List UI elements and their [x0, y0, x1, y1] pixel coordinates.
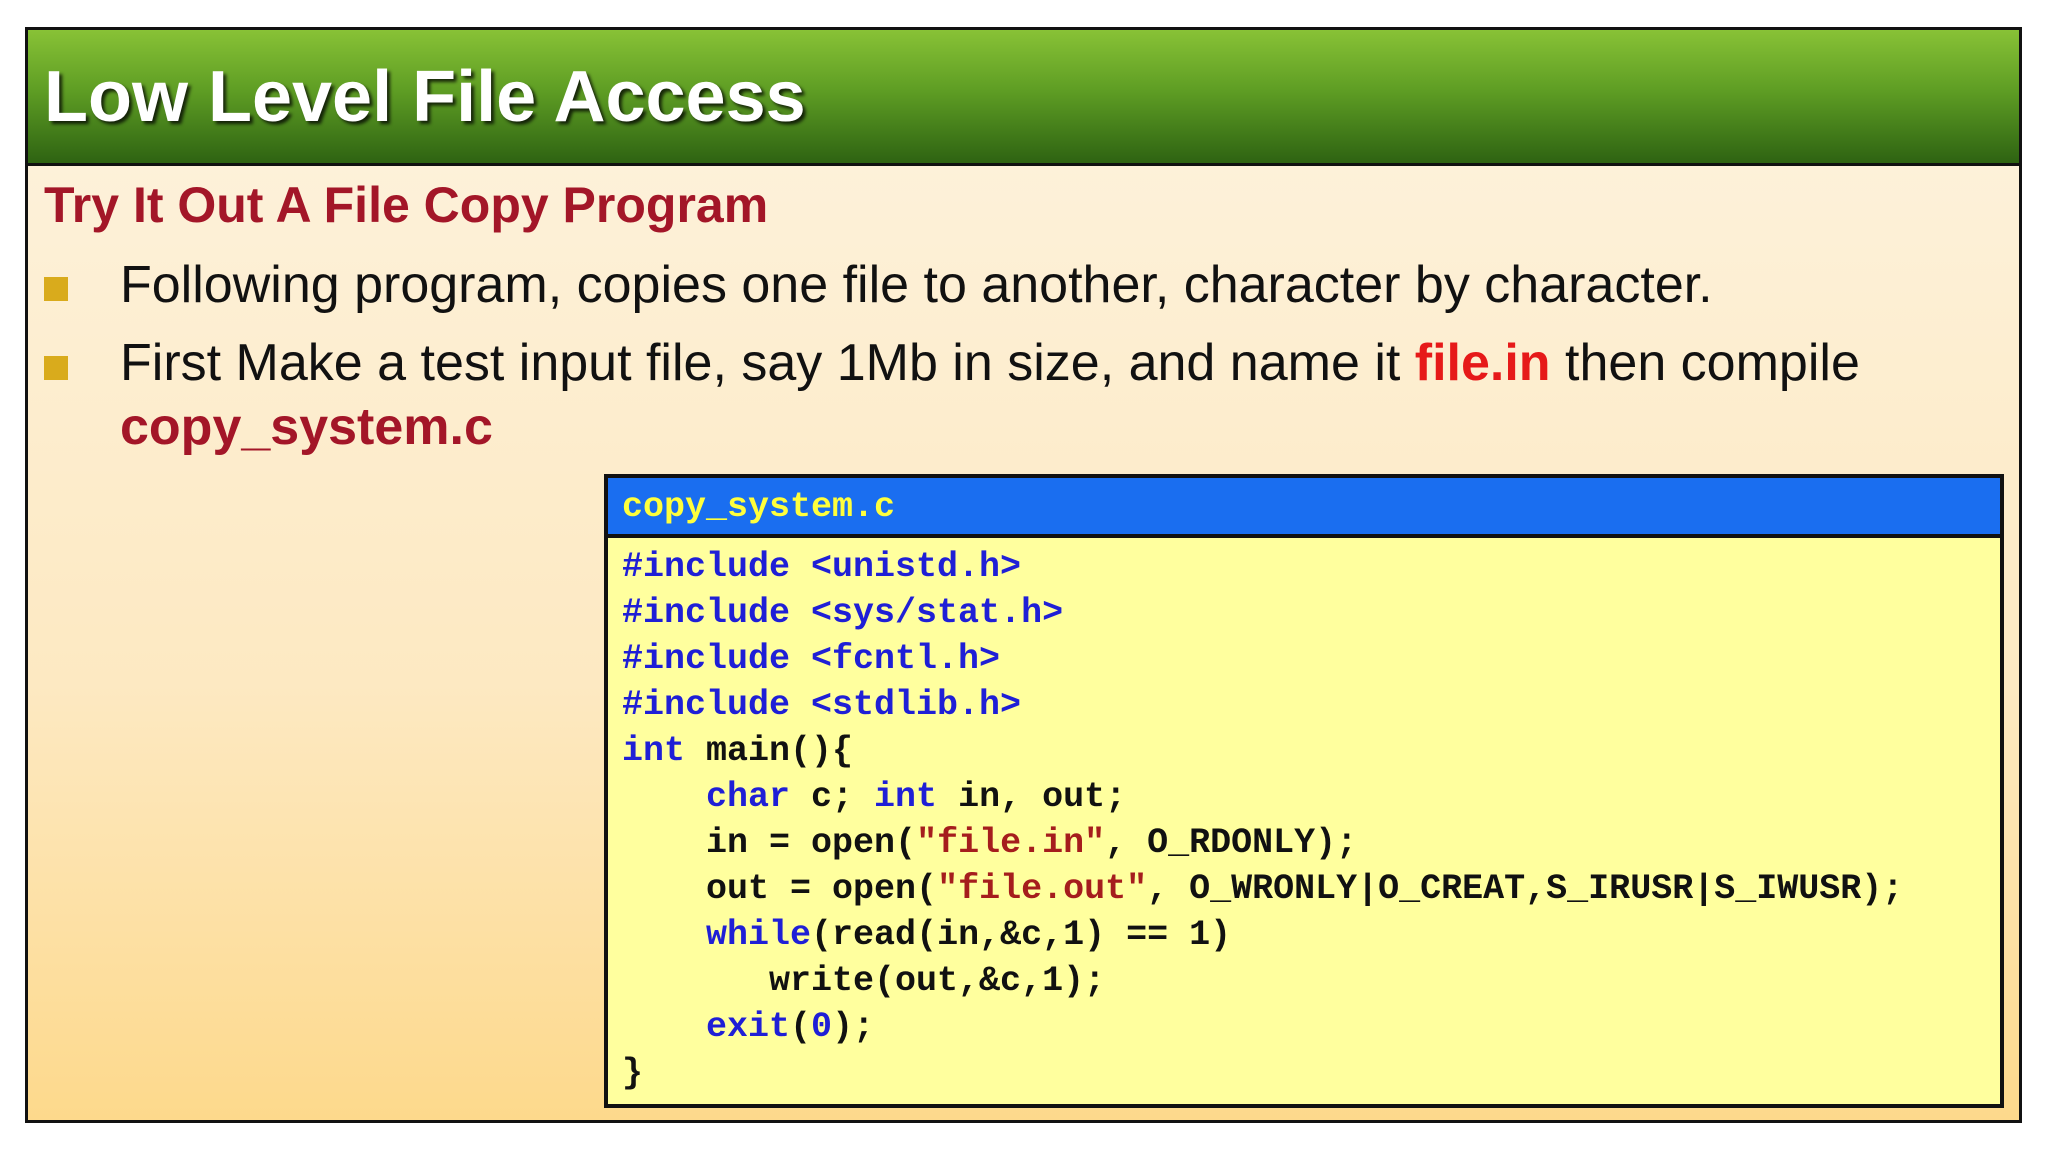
code-line: #include <fcntl.h>	[622, 639, 1001, 679]
code-line: int main(){	[622, 731, 854, 771]
code-line: #include <stdlib.h>	[622, 685, 1022, 725]
bullet-square-icon	[44, 277, 68, 301]
title-bar: Low Level File Access	[28, 30, 2019, 166]
code-line: out = open("file.out", O_WRONLY|O_CREAT,…	[622, 869, 1904, 909]
code-line: exit(0);	[706, 1007, 875, 1047]
code-line: while(read(in,&c,1) == 1)	[706, 915, 1232, 955]
code-line: char c; int in, out;	[706, 777, 1127, 817]
file-in-highlight: file.in	[1414, 334, 1551, 392]
code-line: write(out,&c,1);	[622, 961, 1106, 1001]
code-listing: #include <unistd.h> #include <sys/stat.h>…	[622, 544, 1903, 1096]
slide-title: Low Level File Access	[44, 57, 806, 137]
bullet-square-icon	[44, 356, 68, 380]
slide-subtitle: Try It Out A File Copy Program	[44, 177, 769, 233]
bullet-text-2-emphasis: copy_system.c	[120, 398, 493, 456]
code-line: }	[622, 1053, 644, 1093]
code-filename: copy_system.c	[622, 487, 896, 527]
code-line: #include <unistd.h>	[622, 547, 1022, 587]
bullet-text-2-end: then compile	[1550, 334, 1860, 392]
bullet-text-2-start: First Make a test input file, say 1Mb in…	[120, 334, 1415, 392]
code-box: copy_system.c #include <unistd.h> #includ…	[604, 474, 2004, 1108]
code-line: in = open("file.in", O_RDONLY);	[622, 823, 1358, 863]
bullet-text-1: Following program, copies one file to an…	[120, 256, 1713, 314]
slide: Low Level File Access Try It Out A File …	[25, 27, 2022, 1123]
bullet-text-2: First Make a test input file, say 1Mb in…	[120, 330, 1860, 396]
code-box-header: copy_system.c	[608, 478, 2000, 538]
code-line: #include <sys/stat.h>	[622, 593, 1064, 633]
